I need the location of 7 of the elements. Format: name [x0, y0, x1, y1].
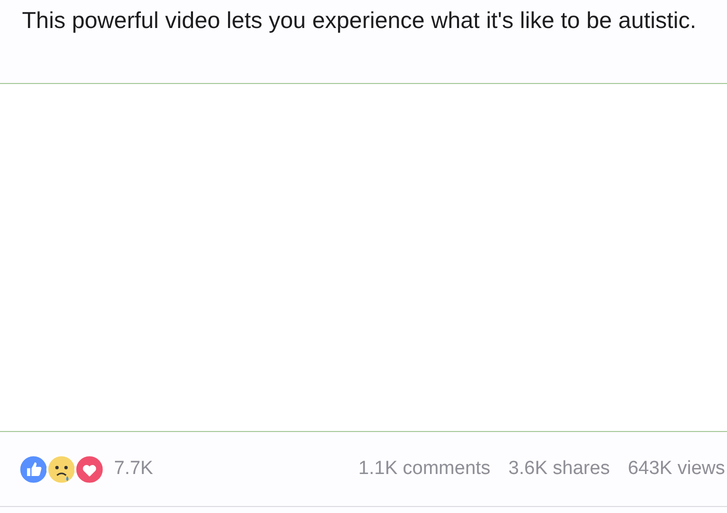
stat-link[interactable]: 643K views — [628, 458, 725, 480]
stat-link[interactable]: 1.1K comments — [358, 458, 490, 480]
sad-face-icon — [46, 454, 77, 484]
stat-link[interactable]: 3.6K shares — [508, 458, 610, 480]
like-icon — [18, 454, 49, 484]
reaction-count[interactable]: 7.7K — [114, 458, 154, 480]
post-caption: This powerful video lets you experience what it's like to be autistic. — [22, 6, 698, 35]
